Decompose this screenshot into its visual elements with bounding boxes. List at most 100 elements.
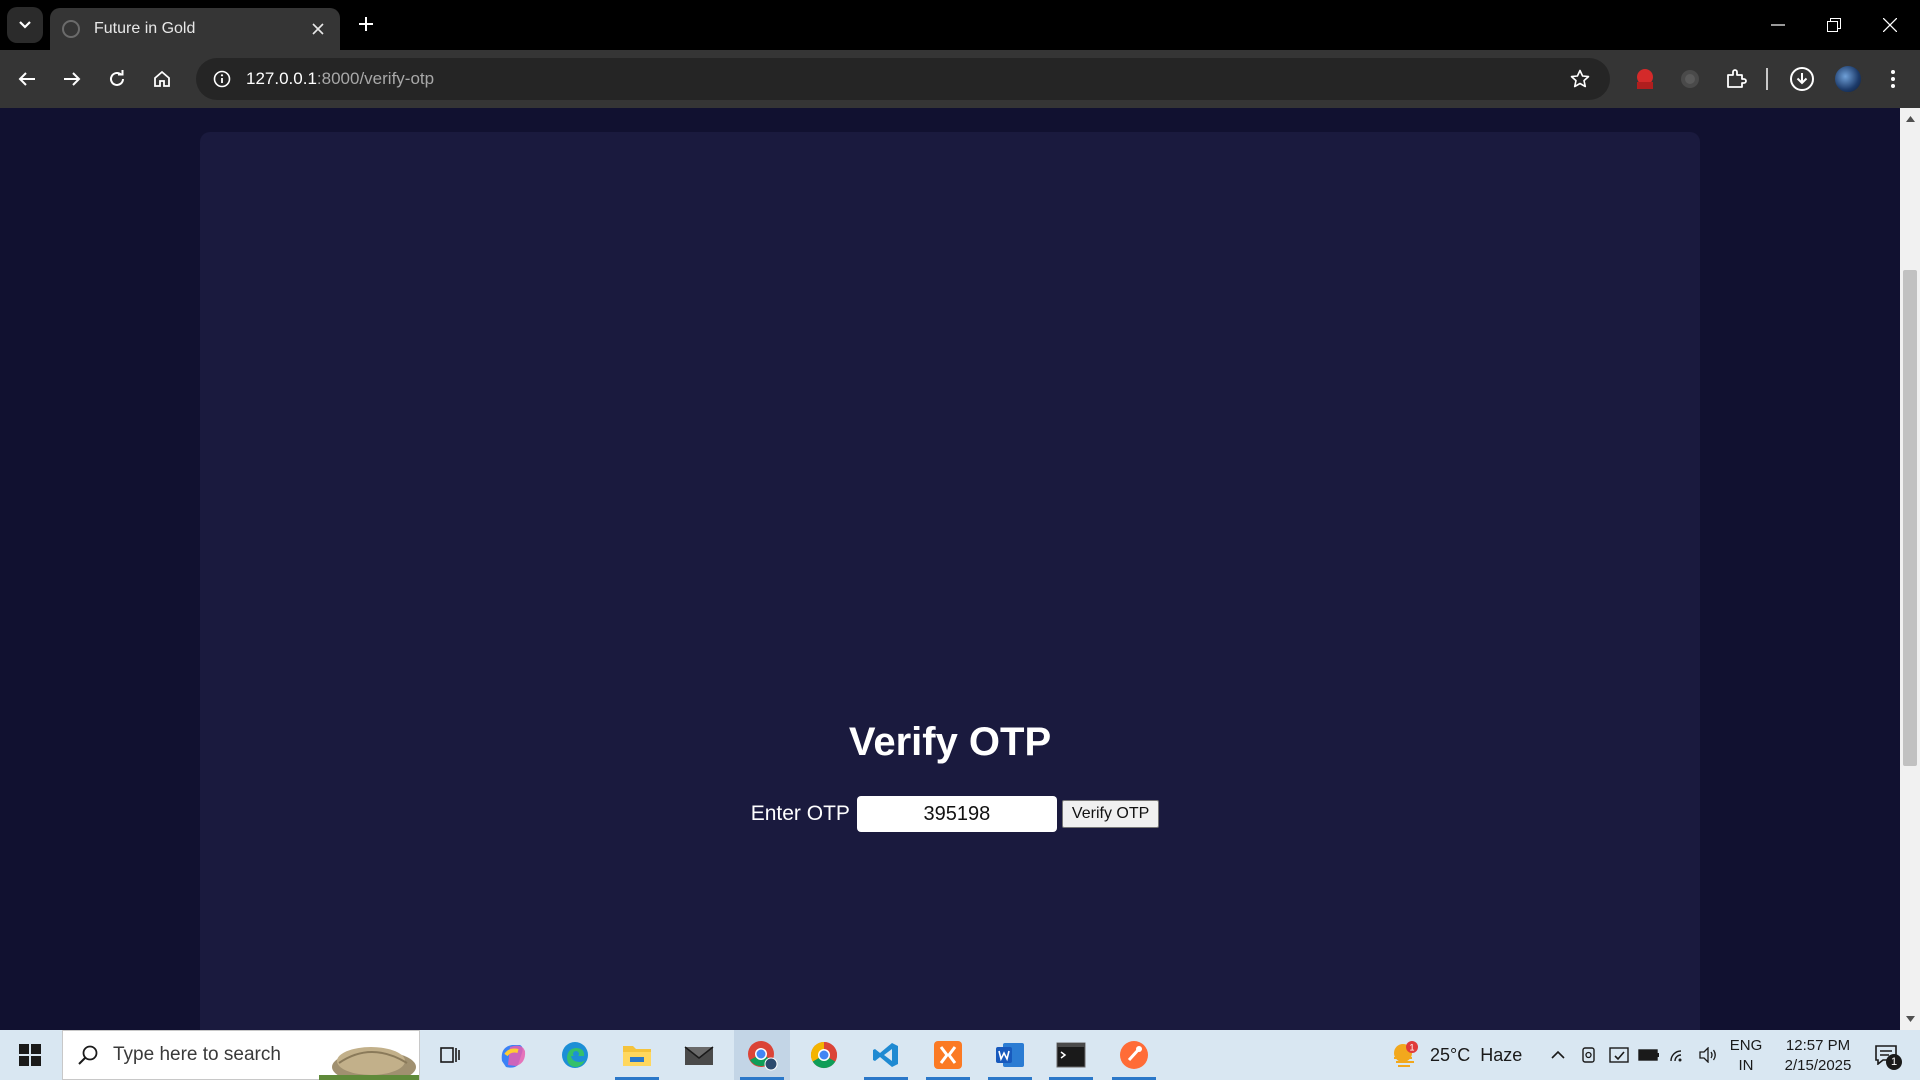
download-icon xyxy=(1790,67,1814,91)
address-bar[interactable]: 127.0.0.1:8000/verify-otp xyxy=(196,58,1610,100)
tab-title: Future in Gold xyxy=(94,20,196,37)
content-card xyxy=(200,132,1700,1030)
seo-extension-button[interactable] xyxy=(1627,61,1663,97)
notification-center-button[interactable]: 1 xyxy=(1866,1040,1906,1070)
verify-otp-button[interactable]: Verify OTP xyxy=(1061,800,1160,828)
extensions-menu-button[interactable] xyxy=(1718,61,1754,97)
battery-icon xyxy=(1638,1049,1659,1061)
extension-button[interactable] xyxy=(1672,61,1708,97)
taskbar: Type here to search 1 25°C Haze ENG IN 1… xyxy=(0,1030,1920,1080)
otp-label: Enter OTP xyxy=(750,802,850,825)
file-explorer-app[interactable] xyxy=(609,1030,665,1080)
shield-window-icon xyxy=(1609,1047,1629,1063)
browser-menu-button[interactable] xyxy=(1875,61,1911,97)
url-host: 127.0.0.1 xyxy=(246,69,317,88)
task-view-icon xyxy=(440,1047,460,1063)
search-icon xyxy=(63,1044,113,1066)
security-tray-button[interactable] xyxy=(1608,1044,1630,1066)
more-vertical-icon xyxy=(1891,70,1895,88)
weather-widget[interactable]: 1 25°C Haze xyxy=(1390,1030,1522,1080)
chrome-icon xyxy=(810,1041,838,1069)
notification-count-badge: 1 xyxy=(1886,1054,1902,1070)
xampp-app[interactable] xyxy=(920,1030,976,1080)
close-icon xyxy=(312,23,324,35)
weather-text: 25°C Haze xyxy=(1430,1044,1523,1065)
scrollbar-thumb[interactable] xyxy=(1903,270,1917,766)
minimize-button[interactable] xyxy=(1750,0,1806,50)
tab-strip: Future in Gold xyxy=(0,0,1920,50)
chrome-profile-app[interactable] xyxy=(734,1030,790,1080)
show-hidden-icons-button[interactable] xyxy=(1547,1044,1569,1066)
search-highlight-image xyxy=(319,1047,419,1080)
plus-icon xyxy=(359,17,373,31)
scroll-up-button[interactable] xyxy=(1900,112,1920,126)
vscode-app[interactable] xyxy=(858,1030,914,1080)
otp-form: Enter OTP Verify OTP xyxy=(0,796,1900,832)
windows-logo-icon xyxy=(19,1044,41,1066)
tab-search-button[interactable] xyxy=(7,7,43,43)
language-code: ENG xyxy=(1729,1037,1763,1054)
folder-icon xyxy=(623,1046,651,1066)
chevron-down-icon xyxy=(19,21,31,29)
forward-button[interactable] xyxy=(54,61,90,97)
chevron-up-icon xyxy=(1551,1050,1565,1059)
star-icon xyxy=(1570,69,1590,88)
search-placeholder: Type here to search xyxy=(113,1044,281,1065)
terminal-app[interactable] xyxy=(1043,1030,1099,1080)
active-tab[interactable]: Future in Gold xyxy=(50,8,340,50)
network-tray-button[interactable] xyxy=(1668,1044,1690,1066)
xampp-icon xyxy=(934,1041,962,1069)
site-info-button[interactable] xyxy=(204,61,240,97)
minimize-icon xyxy=(1771,24,1785,26)
reload-button[interactable] xyxy=(99,61,135,97)
restore-icon xyxy=(1827,18,1841,32)
chrome-app[interactable] xyxy=(796,1030,852,1080)
edge-app[interactable] xyxy=(547,1030,603,1080)
close-tab-button[interactable] xyxy=(304,15,332,43)
profile-avatar[interactable] xyxy=(1833,64,1863,94)
browser-toolbar: 127.0.0.1:8000/verify-otp xyxy=(0,50,1920,108)
home-icon xyxy=(154,70,170,87)
restore-button[interactable] xyxy=(1806,0,1862,50)
postman-app[interactable] xyxy=(1106,1030,1162,1080)
new-tab-button[interactable] xyxy=(350,8,382,40)
bookmark-button[interactable] xyxy=(1562,61,1598,97)
input-language-indicator[interactable]: ENG IN xyxy=(1728,1036,1764,1076)
downloads-button[interactable] xyxy=(1784,61,1820,97)
scroll-down-button[interactable] xyxy=(1900,1012,1920,1026)
url-text[interactable]: 127.0.0.1:8000/verify-otp xyxy=(246,69,434,89)
url-path: :8000/verify-otp xyxy=(316,69,435,88)
close-icon xyxy=(1883,18,1897,32)
meet-now-tray-button[interactable] xyxy=(1578,1044,1600,1066)
taskbar-search[interactable]: Type here to search xyxy=(62,1030,420,1080)
page-title: Verify OTP xyxy=(848,720,1052,764)
clock[interactable]: 12:57 PM 2/15/2025 xyxy=(1772,1036,1864,1076)
vertical-scrollbar[interactable] xyxy=(1900,108,1920,1030)
region-code: IN xyxy=(1738,1057,1754,1074)
home-button[interactable] xyxy=(144,61,180,97)
task-view-button[interactable] xyxy=(422,1030,478,1080)
word-app[interactable] xyxy=(982,1030,1038,1080)
puzzle-icon xyxy=(1727,69,1747,88)
copilot-icon xyxy=(501,1045,526,1068)
otp-input[interactable] xyxy=(856,796,1057,832)
weather-haze-icon: 1 xyxy=(1394,1041,1418,1067)
mail-app[interactable] xyxy=(671,1030,727,1080)
edge-icon xyxy=(562,1042,588,1068)
copilot-app[interactable] xyxy=(485,1030,541,1080)
volume-tray-button[interactable] xyxy=(1697,1044,1719,1066)
globe-icon xyxy=(62,20,80,38)
toolbar-divider xyxy=(1766,68,1768,90)
start-button[interactable] xyxy=(0,1030,60,1080)
back-button[interactable] xyxy=(9,61,45,97)
battery-tray-button[interactable] xyxy=(1638,1044,1660,1066)
caret-up-icon xyxy=(1905,116,1915,122)
vscode-icon xyxy=(873,1043,898,1067)
arrow-right-icon xyxy=(64,72,81,86)
terminal-icon xyxy=(1056,1042,1086,1068)
page-viewport: Verify OTP Enter OTP Verify OTP xyxy=(0,108,1900,1030)
close-window-button[interactable] xyxy=(1862,0,1918,50)
wifi-icon xyxy=(1670,1050,1682,1062)
speaker-icon xyxy=(1699,1047,1716,1063)
seo-extension-icon xyxy=(1637,69,1653,89)
